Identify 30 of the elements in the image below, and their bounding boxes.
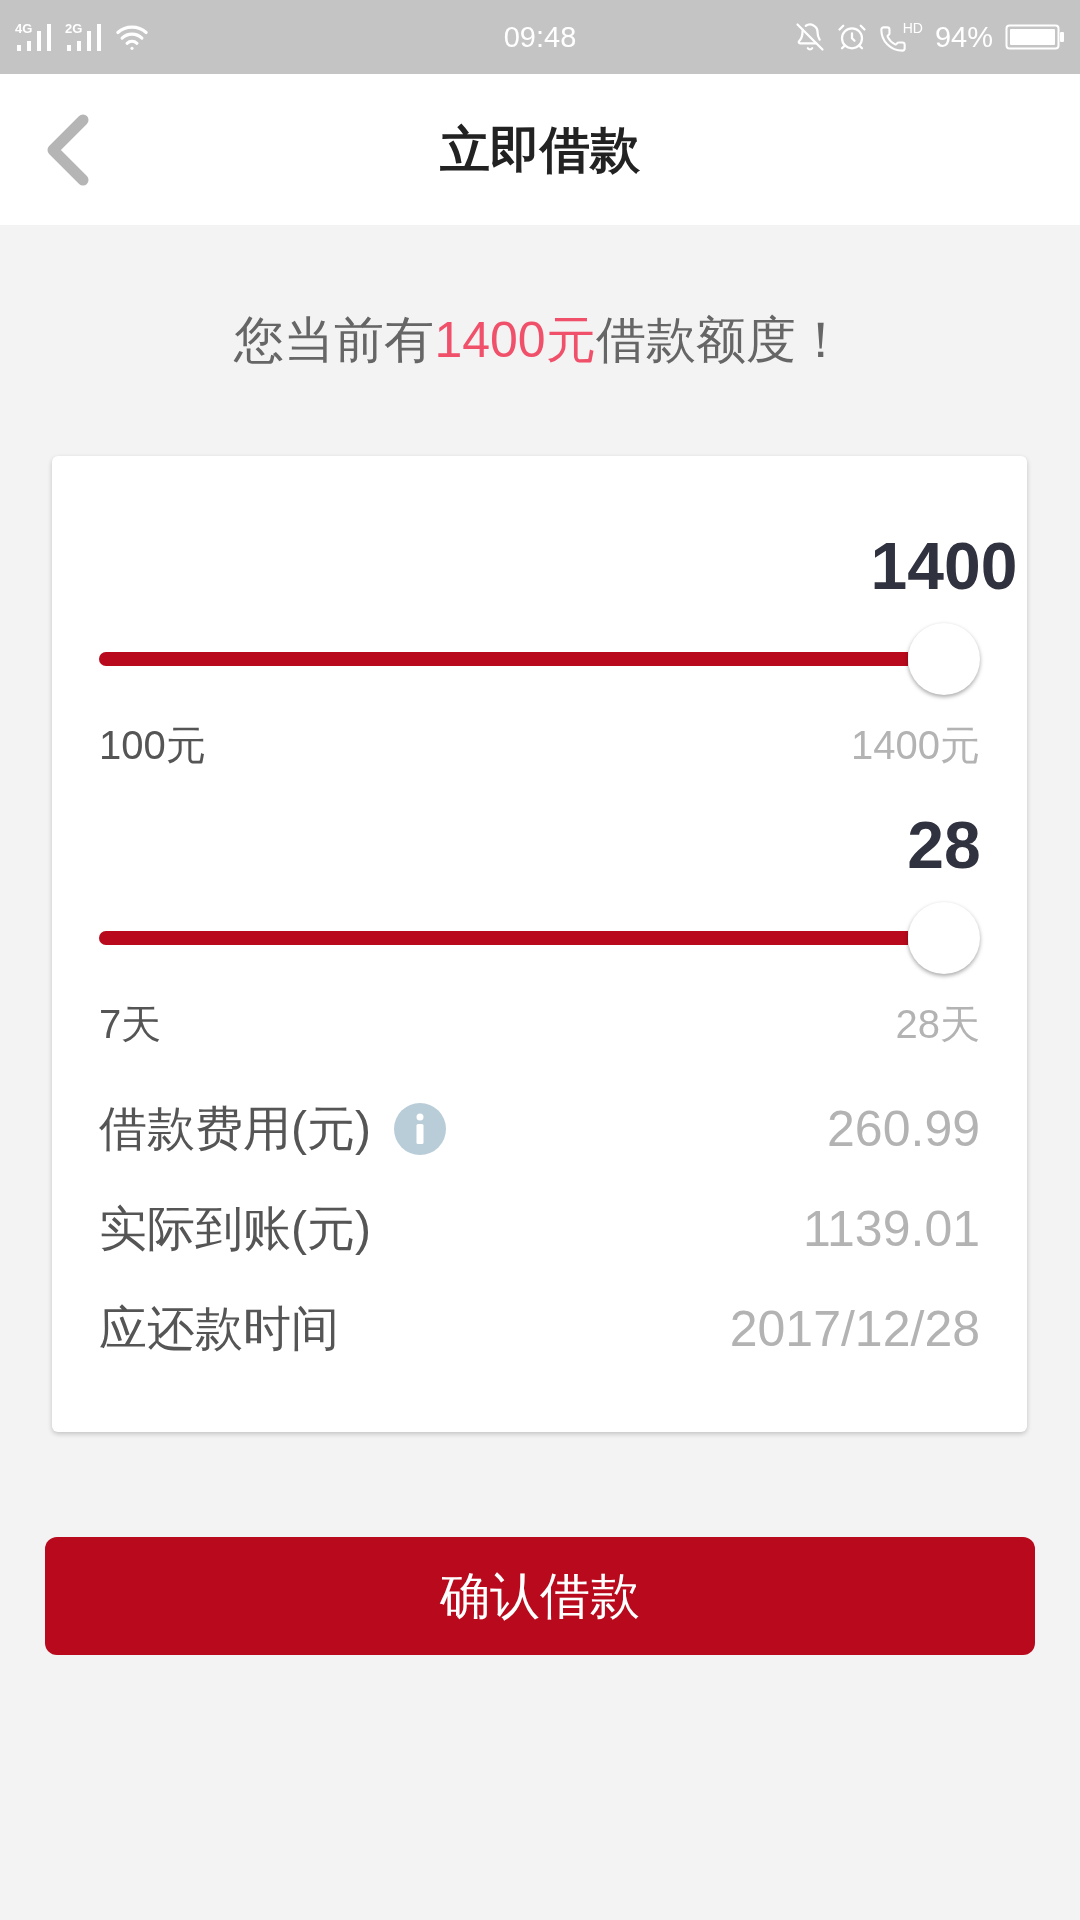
alarm-clock-icon xyxy=(836,22,867,52)
quota-message: 您当前有1400元借款额度！ xyxy=(234,311,846,370)
back-button[interactable] xyxy=(45,113,91,186)
network-type-label: 2G xyxy=(65,22,83,35)
confirm-loan-button[interactable]: 确认借款 xyxy=(45,1537,1035,1655)
slider-track[interactable] xyxy=(99,931,908,945)
battery-icon xyxy=(1005,24,1065,50)
bell-off-icon xyxy=(794,22,825,52)
detail-label: 借款费用(元) xyxy=(99,1105,371,1153)
back-chevron-icon xyxy=(45,113,91,186)
slider-min-label: 100元 xyxy=(99,725,206,765)
slider-min-label: 7天 xyxy=(99,1004,162,1044)
network-type-label: 4G xyxy=(15,22,33,35)
battery-percentage: 94% xyxy=(934,22,993,52)
page-title: 立即借款 xyxy=(440,124,640,175)
slider-thumb[interactable] xyxy=(908,902,980,974)
slider-thumb[interactable] xyxy=(908,623,980,695)
detail-value: 260.99 xyxy=(827,1104,980,1154)
slider-max-label: 28天 xyxy=(895,1004,980,1044)
slider-value: 1400 xyxy=(870,534,1018,598)
detail-label: 应还款时间 xyxy=(99,1305,339,1353)
detail-value: 1139.01 xyxy=(802,1204,980,1254)
detail-label: 实际到账(元) xyxy=(99,1205,371,1253)
slider-value: 28 xyxy=(907,813,981,877)
slider-max-label: 1400元 xyxy=(851,725,980,765)
info-icon[interactable] xyxy=(393,1103,446,1155)
hd-call-label: HD xyxy=(902,21,923,35)
slider-track[interactable] xyxy=(99,652,908,666)
status-time: 09:48 xyxy=(503,22,577,52)
detail-value: 2017/12/28 xyxy=(729,1304,980,1354)
